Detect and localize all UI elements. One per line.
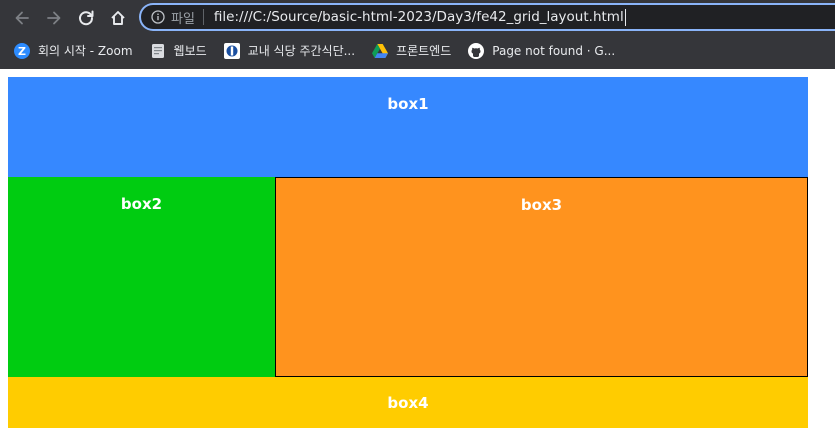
bookmark-school-menu[interactable]: 교내 식당 주간식단... (223, 40, 356, 62)
grid-container: box1 box2 box3 box4 (8, 77, 808, 428)
address-bar[interactable]: 파일 file:///C:/Source/basic-html-2023/Day… (139, 3, 835, 31)
school-icon (223, 42, 240, 59)
notepad-icon (150, 43, 166, 59)
bookmark-label: 프론트엔드 (396, 44, 452, 58)
omnibox-divider (202, 9, 204, 25)
bookmark-github[interactable]: Page not found · G... (468, 40, 615, 62)
page-viewport: box1 box2 box3 box4 (0, 69, 835, 442)
text-caret (624, 8, 626, 26)
home-icon[interactable] (106, 6, 130, 30)
browser-toolbar: 파일 file:///C:/Source/basic-html-2023/Day… (0, 0, 835, 36)
grid-box-4: box4 (8, 377, 808, 428)
bookmark-webboard[interactable]: 웹보드 (150, 40, 207, 62)
bookmark-label: 교내 식당 주간식단... (247, 44, 356, 58)
reload-icon[interactable] (74, 6, 98, 30)
svg-text:Z: Z (18, 45, 26, 58)
google-drive-icon (372, 43, 389, 59)
grid-box-2: box2 (8, 177, 275, 377)
zoom-icon: Z (14, 42, 30, 59)
github-icon (468, 42, 485, 59)
grid-box-1: box1 (8, 77, 808, 177)
grid-box-3: box3 (275, 177, 808, 377)
bookmark-label: Page not found · G... (492, 43, 616, 58)
bookmark-label: 회의 시작 - Zoom (38, 44, 133, 58)
bookmark-zoom[interactable]: Z 회의 시작 - Zoom (14, 40, 133, 62)
info-icon[interactable] (151, 10, 165, 24)
browser-chrome: 파일 file:///C:/Source/basic-html-2023/Day… (0, 0, 835, 69)
scheme-label: 파일 (171, 11, 195, 27)
url-text[interactable]: file:///C:/Source/basic-html-2023/Day3/f… (214, 9, 624, 25)
bookmarks-bar: Z 회의 시작 - Zoom 웹보드 교내 식당 주간식단... 프론트엔드 P… (0, 36, 835, 65)
forward-arrow-icon[interactable] (42, 6, 66, 30)
bookmark-label: 웹보드 (173, 44, 207, 58)
back-arrow-icon[interactable] (10, 6, 34, 30)
bookmark-frontend[interactable]: 프론트엔드 (372, 40, 451, 62)
